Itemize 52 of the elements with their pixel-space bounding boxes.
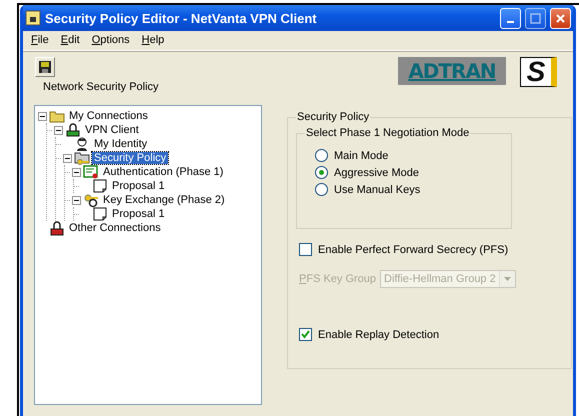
tree-item[interactable]: Key Exchange (Phase 2) <box>101 194 227 206</box>
checkbox[interactable] <box>299 243 312 256</box>
document-icon <box>92 178 108 194</box>
caret-icon <box>504 277 512 281</box>
tree-label: Network Security Policy <box>43 81 159 93</box>
radio-button[interactable] <box>315 149 328 162</box>
tree-item[interactable]: Authentication (Phase 1) <box>101 166 226 178</box>
close-button[interactable] <box>550 8 571 28</box>
tree-item[interactable]: Security Policy <box>92 152 168 164</box>
tree-item[interactable]: VPN Client <box>83 124 141 136</box>
person-icon <box>74 136 90 152</box>
radio-option[interactable]: Use Manual Keys <box>315 181 503 198</box>
collapse-icon[interactable] <box>63 154 72 162</box>
menu-item[interactable]: Help <box>136 33 170 47</box>
radio-option[interactable]: Main Mode <box>315 147 503 164</box>
tree-item[interactable]: My Identity <box>92 138 150 150</box>
maximize-button[interactable] <box>525 8 546 28</box>
collapse-icon[interactable] <box>38 112 47 120</box>
lock-computer-icon <box>65 122 81 138</box>
tree-item[interactable]: Proposal 1 <box>110 180 167 192</box>
certificate-icon <box>83 164 99 180</box>
group-title: Select Phase 1 Negotiation Mode <box>305 127 470 139</box>
save-button[interactable] <box>35 57 55 77</box>
tree-item[interactable]: My Connections <box>67 110 150 122</box>
radio-option[interactable]: Aggressive Mode <box>315 164 503 181</box>
minimize-button[interactable] <box>500 8 521 28</box>
keys-icon <box>83 192 99 208</box>
folder-key-icon <box>74 150 90 166</box>
group-title: Security Policy <box>296 111 370 123</box>
radio-button[interactable] <box>315 166 328 179</box>
tree-item[interactable]: Other Connections <box>67 222 163 234</box>
checkbox[interactable] <box>299 328 312 341</box>
field-label: PFS Key Group <box>299 273 376 285</box>
maximize-icon <box>530 12 541 24</box>
company-logo: ADTRAN <box>398 57 506 85</box>
close-icon <box>555 12 566 24</box>
window-title: Security Policy Editor - NetVanta VPN Client <box>45 10 318 26</box>
tree-item[interactable]: Proposal 1 <box>110 208 167 220</box>
collapse-icon[interactable] <box>72 196 81 204</box>
lock-stack-icon <box>49 220 65 236</box>
pfs-option[interactable]: Enable Perfect Forward Secrecy (PFS) <box>299 243 563 256</box>
replay-option[interactable]: Enable Replay Detection <box>299 328 563 341</box>
document-icon <box>92 206 108 222</box>
menu-item[interactable]: File <box>25 33 55 47</box>
menu-item[interactable]: Edit <box>54 33 86 47</box>
collapse-icon[interactable] <box>54 126 63 134</box>
radio-button[interactable] <box>315 183 328 196</box>
minimize-icon <box>507 21 514 23</box>
collapse-icon[interactable] <box>72 168 81 176</box>
app-icon <box>25 10 41 26</box>
menu-item[interactable]: Options <box>86 33 136 47</box>
product-logo: S <box>520 57 557 87</box>
